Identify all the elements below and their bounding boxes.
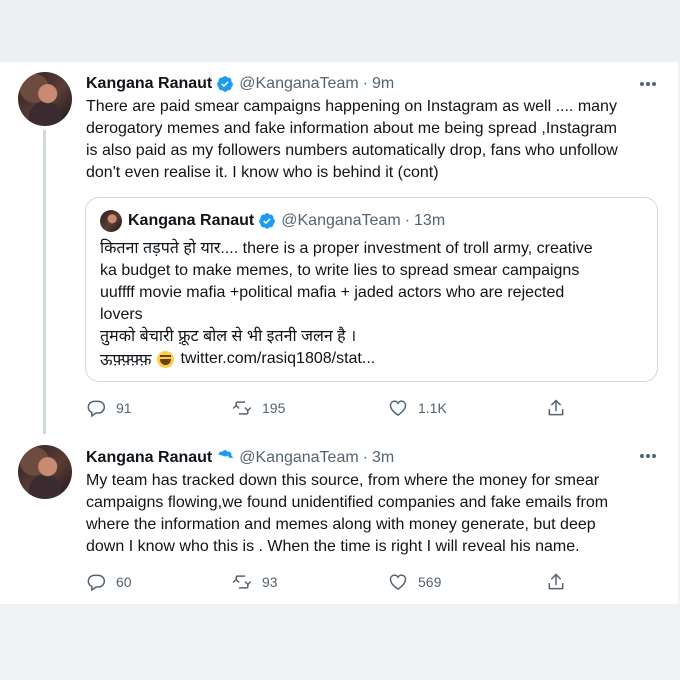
author-name[interactable]: Kangana Ranaut — [86, 75, 212, 93]
tweet-header: Kangana Ranaut @KanganaTeam · 3m — [86, 447, 394, 469]
tweet-actions: 60 93 569 — [86, 570, 586, 594]
reply-count: 60 — [116, 574, 132, 590]
tweet[interactable]: Kangana Ranaut @KanganaTeam · 9m There a… — [0, 62, 678, 434]
share-button[interactable] — [546, 396, 566, 420]
retweet-icon — [232, 401, 252, 415]
reply-icon — [87, 574, 106, 592]
more-icon — [640, 454, 656, 458]
like-button[interactable]: 1.1K — [388, 396, 447, 420]
tweet-text: There are paid smear campaigns happening… — [86, 98, 618, 181]
quote-author-name: Kangana Ranaut — [128, 212, 255, 229]
top-background — [0, 0, 680, 62]
retweet-count: 93 — [262, 574, 278, 590]
like-icon — [389, 574, 407, 590]
like-button[interactable]: 569 — [388, 570, 441, 594]
more-icon — [640, 82, 656, 86]
retweet-button[interactable]: 195 — [232, 396, 285, 420]
avatar[interactable] — [18, 445, 72, 499]
quote-text: कितना तड़पते हो यार.... there is a prope… — [100, 240, 593, 345]
reply-icon — [87, 400, 106, 418]
retweet-icon — [232, 575, 252, 589]
reply-button[interactable]: 60 — [86, 570, 132, 594]
share-icon — [548, 399, 564, 416]
retweet-count: 195 — [262, 400, 286, 416]
tweet-actions: 91 195 1.1K — [86, 396, 586, 420]
quote-author-handle: @KanganaTeam — [281, 212, 401, 229]
bottom-background — [0, 604, 680, 680]
grinning-emoji-icon — [157, 350, 175, 368]
thread-connector-line — [43, 130, 46, 434]
author-name[interactable]: Kangana Ranaut — [86, 449, 212, 467]
separator-dot: · — [404, 212, 411, 229]
quote-timestamp: 13m — [414, 212, 446, 229]
avatar[interactable] — [18, 72, 72, 126]
reply-button[interactable]: 91 — [86, 396, 132, 420]
tweet-thread-card: Kangana Ranaut @KanganaTeam · 9m There a… — [0, 62, 678, 604]
tweet-text: My team has tracked down this source, fr… — [86, 472, 609, 555]
separator-dot: · — [362, 449, 369, 466]
like-count: 1.1K — [418, 400, 447, 416]
verified-badge-icon — [259, 213, 276, 229]
author-handle[interactable]: @KanganaTeam — [239, 75, 358, 93]
tweet-header: Kangana Ranaut @KanganaTeam · 9m — [86, 73, 394, 95]
verified-badge-icon — [217, 76, 234, 92]
like-count: 569 — [418, 574, 442, 590]
share-icon — [548, 573, 564, 590]
like-icon — [389, 400, 407, 416]
share-button[interactable] — [546, 570, 566, 594]
quoted-tweet[interactable]: Kangana Ranaut @KanganaTeam · 13m कितना … — [85, 197, 658, 382]
verified-badge-icon — [218, 450, 234, 462]
quote-header: Kangana Ranaut @KanganaTeam · 13m — [128, 210, 445, 232]
tweet-timestamp[interactable]: 9m — [372, 75, 394, 93]
tweet[interactable]: Kangana Ranaut @KanganaTeam · 3m My team… — [0, 434, 678, 604]
retweet-button[interactable]: 93 — [232, 570, 278, 594]
separator-dot: · — [362, 75, 369, 92]
reply-count: 91 — [116, 400, 132, 416]
more-options-button[interactable] — [638, 446, 658, 466]
quote-avatar — [100, 210, 122, 232]
quote-link[interactable]: twitter.com/rasiq1808/stat... — [180, 350, 375, 368]
more-options-button[interactable] — [638, 74, 658, 94]
quote-last-line-text: ऊफ़्फ़्फ़्फ़ — [100, 352, 152, 369]
tweet-timestamp[interactable]: 3m — [372, 449, 394, 467]
quote-last-line: ऊफ़्फ़्फ़्फ़ twitter.com/rasiq1808/stat.… — [100, 348, 375, 370]
author-handle[interactable]: @KanganaTeam — [239, 449, 358, 467]
